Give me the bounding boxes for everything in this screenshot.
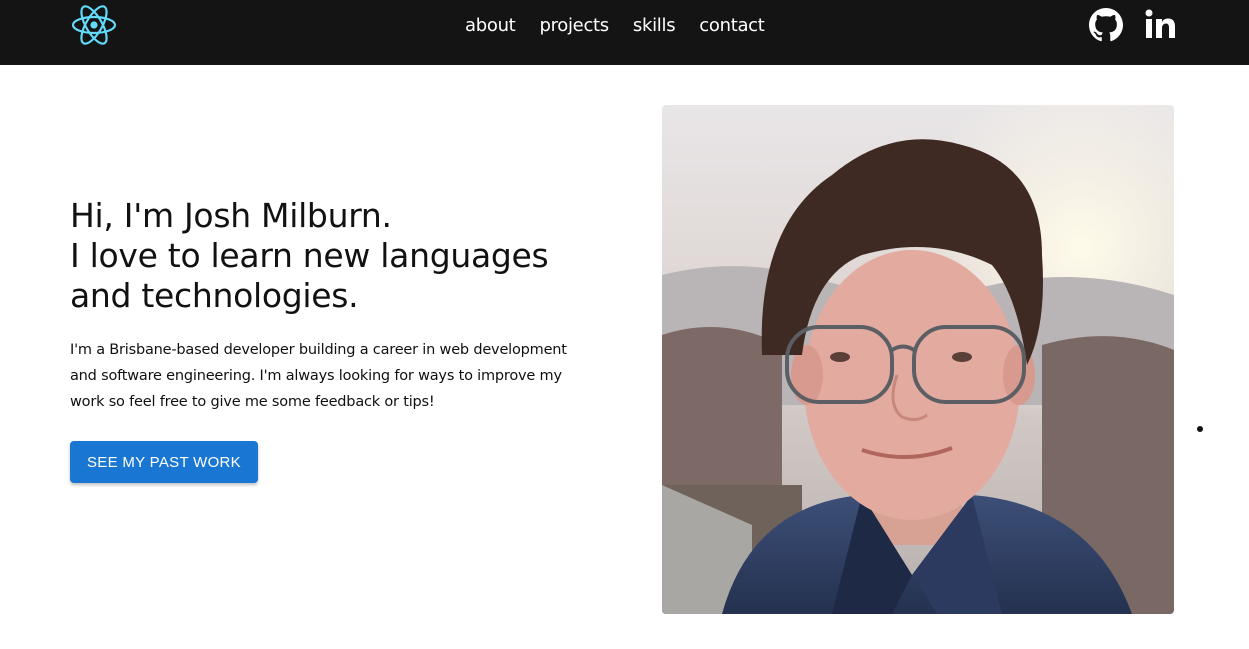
hero-headline: Hi, I'm Josh Milburn. I love to learn ne… xyxy=(70,196,590,316)
nav-link-contact[interactable]: contact xyxy=(699,14,765,38)
profile-photo-illustration xyxy=(662,105,1174,614)
github-icon[interactable] xyxy=(1089,8,1123,42)
headline-line-1: Hi, I'm Josh Milburn. xyxy=(70,196,392,235)
main-nav: about projects skills contact xyxy=(465,14,789,38)
hero-text: Hi, I'm Josh Milburn. I love to learn ne… xyxy=(70,196,590,415)
navbar: about projects skills contact xyxy=(0,0,1249,65)
linkedin-icon[interactable] xyxy=(1143,8,1177,42)
nav-link-projects[interactable]: projects xyxy=(539,14,609,38)
carousel-indicator-dot[interactable] xyxy=(1197,426,1203,432)
hero-intro: I'm a Brisbane-based developer building … xyxy=(70,342,567,410)
see-past-work-button[interactable]: SEE MY PAST WORK xyxy=(70,441,258,483)
react-atom-icon[interactable] xyxy=(70,2,118,48)
nav-link-about[interactable]: about xyxy=(465,14,516,38)
headline-line-2: I love to learn new languages xyxy=(70,236,549,275)
headline-line-3: and technologies. xyxy=(70,276,359,315)
profile-photo xyxy=(662,105,1174,614)
nav-link-skills[interactable]: skills xyxy=(633,14,676,38)
